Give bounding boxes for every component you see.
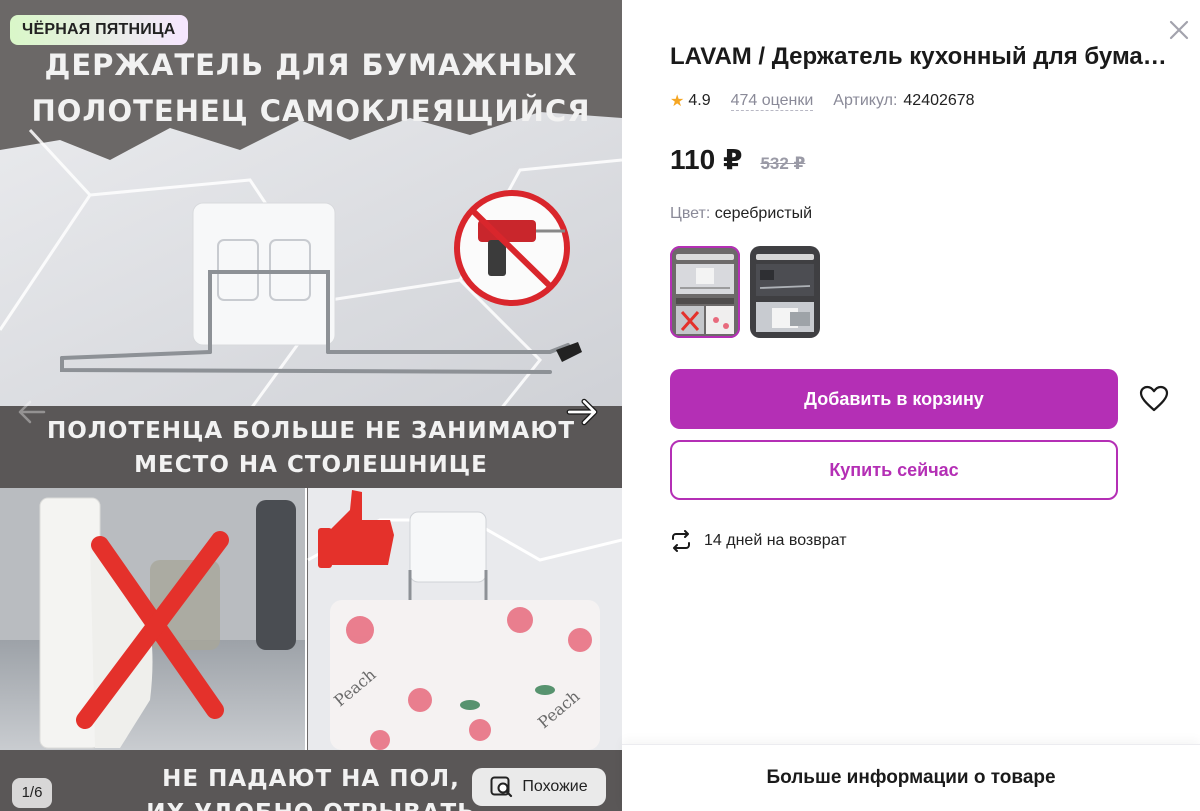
variant-thumbnail-image <box>750 246 820 338</box>
article-label: Артикул: <box>833 92 898 109</box>
color-variants <box>670 246 820 338</box>
old-price: 532 ₽ <box>760 154 806 173</box>
product-title: LAVAM / Держатель кухонный для бумажных … <box>670 43 1170 70</box>
favorite-button[interactable] <box>1138 383 1170 415</box>
next-image-button[interactable] <box>562 392 602 432</box>
add-to-cart-button[interactable]: Добавить в корзину <box>670 369 1118 429</box>
previous-image-button[interactable] <box>12 392 52 432</box>
similar-products-label: Похожие <box>522 778 588 795</box>
reviews-link[interactable]: 474 оценки <box>730 92 814 111</box>
product-image-gallery[interactable]: Peach Peach ЧЁРНАЯ ПЯТНИЦА ДЕРЖАТЕЛЬ ДЛЯ… <box>0 0 622 811</box>
color-label: Цвет: <box>670 205 711 222</box>
color-selector-label: Цвет: серебристый <box>670 205 812 223</box>
close-button[interactable] <box>1166 17 1192 43</box>
image-search-icon <box>490 776 513 798</box>
similar-products-button[interactable]: Похожие <box>472 768 606 806</box>
image-heading-middle-line2: МЕСТО НА СТОЛЕШНИЦЕ <box>134 452 488 478</box>
image-heading-top-line2: ПОЛОТЕНЕЦ САМОКЛЕЯЩИЙСЯ <box>31 94 591 128</box>
rating-row: ★ 4.9 474 оценки Артикул: 42402678 <box>670 90 975 112</box>
more-info-button[interactable]: Больше информации о товаре <box>622 744 1200 811</box>
return-policy: 14 дней на возврат <box>670 530 847 552</box>
star-icon: ★ <box>670 93 685 110</box>
heart-icon <box>1139 385 1169 412</box>
image-counter: 1/6 <box>12 778 52 808</box>
image-heading-middle: ПОЛОТЕНЦА БОЛЬШЕ НЕ ЗАНИМАЮТ МЕСТО НА СТ… <box>0 414 622 482</box>
color-value: серебристый <box>714 205 813 222</box>
current-price: 110 ₽ <box>670 144 743 175</box>
arrow-right-icon <box>566 398 598 426</box>
return-policy-text: 14 дней на возврат <box>704 532 847 549</box>
price-row: 110 ₽ 532 ₽ <box>670 143 805 176</box>
buy-now-button[interactable]: Купить сейчас <box>670 440 1118 500</box>
image-heading-top: ДЕРЖАТЕЛЬ ДЛЯ БУМАЖНЫХ ПОЛОТЕНЕЦ САМОКЛЕ… <box>0 42 622 134</box>
close-icon <box>1169 20 1189 40</box>
promo-badge: ЧЁРНАЯ ПЯТНИЦА <box>10 15 188 45</box>
article-number: 42402678 <box>903 92 975 109</box>
return-arrows-icon <box>672 530 690 552</box>
image-heading-top-line1: ДЕРЖАТЕЛЬ ДЛЯ БУМАЖНЫХ <box>44 48 578 82</box>
image-heading-middle-line1: ПОЛОТЕНЦА БОЛЬШЕ НЕ ЗАНИМАЮТ <box>46 418 576 444</box>
rating-value: 4.9 <box>688 92 711 109</box>
variant-thumbnail-selected[interactable] <box>670 246 740 338</box>
variant-thumbnail-image <box>670 246 740 338</box>
arrow-left-icon <box>18 400 46 424</box>
variant-thumbnail[interactable] <box>750 246 820 338</box>
